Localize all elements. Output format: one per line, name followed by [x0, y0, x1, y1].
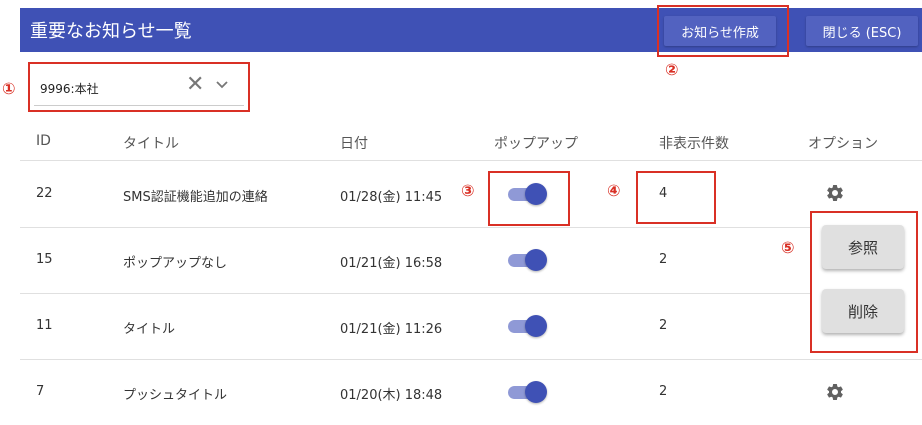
column-header-hidden-count: 非表示件数 — [659, 136, 729, 152]
cell-hidden-count: 2 — [659, 252, 668, 267]
column-header-date: 日付 — [340, 136, 368, 152]
annotation-number-3: ③ — [461, 181, 475, 200]
cell-hidden-count: 2 — [659, 318, 668, 333]
cell-date: 01/20(木) 18:48 — [340, 388, 443, 403]
chevron-down-icon[interactable] — [214, 76, 230, 92]
cell-title: プッシュタイトル — [123, 388, 228, 403]
cell-date: 01/21(金) 11:26 — [340, 322, 443, 337]
close-button[interactable]: 閉じる (ESC) — [806, 16, 918, 46]
divider — [20, 227, 810, 228]
toggle-knob — [525, 315, 547, 337]
divider — [20, 359, 922, 360]
column-header-options: オプション — [808, 136, 878, 152]
branch-select-value: 9996:本社 — [40, 82, 99, 96]
close-icon[interactable]: ✕ — [186, 73, 204, 97]
cell-date: 01/28(金) 11:45 — [340, 190, 443, 205]
popup-toggle[interactable] — [508, 183, 547, 205]
cell-id: 22 — [36, 186, 53, 201]
column-header-title: タイトル — [123, 136, 179, 152]
cell-id: 15 — [36, 252, 53, 267]
view-button[interactable]: 参照 — [822, 225, 904, 269]
column-header-popup: ポップアップ — [494, 136, 578, 152]
toggle-knob — [525, 183, 547, 205]
cell-title: SMS認証機能追加の連絡 — [123, 190, 268, 205]
annotation-number-1: ① — [2, 79, 16, 98]
page-title: 重要なお知らせ一覧 — [30, 21, 192, 42]
cell-id: 11 — [36, 318, 53, 333]
gear-icon[interactable] — [825, 382, 845, 402]
cell-hidden-count: 2 — [659, 384, 668, 399]
cell-hidden-count: 4 — [659, 186, 668, 201]
toggle-knob — [525, 249, 547, 271]
popup-toggle[interactable] — [508, 249, 547, 271]
annotation-box-2 — [657, 5, 789, 57]
popup-toggle[interactable] — [508, 381, 547, 403]
gear-icon[interactable] — [825, 183, 845, 203]
divider — [20, 160, 922, 161]
divider — [20, 293, 810, 294]
cell-date: 01/21(金) 16:58 — [340, 256, 443, 271]
annotation-number-2: ② — [665, 60, 679, 79]
cell-id: 7 — [36, 384, 45, 399]
annotation-number-5: ⑤ — [781, 238, 795, 257]
toggle-knob — [525, 381, 547, 403]
cell-title: ポップアップなし — [123, 256, 228, 271]
delete-button[interactable]: 削除 — [822, 289, 904, 333]
cell-title: タイトル — [123, 322, 176, 337]
annotation-box-4 — [636, 171, 716, 224]
annotation-number-4: ④ — [607, 181, 621, 200]
column-header-id: ID — [36, 133, 51, 149]
popup-toggle[interactable] — [508, 315, 547, 337]
branch-select[interactable]: 9996:本社 ✕ — [34, 68, 244, 106]
